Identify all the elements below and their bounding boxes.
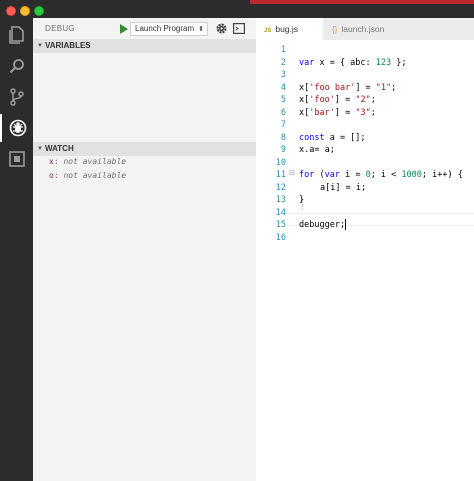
- debug-toolbar: DEBUG Launch Program ⬍: [33, 18, 256, 40]
- line-number: 1: [280, 45, 286, 55]
- select-arrows-icon: ⬍: [198, 26, 204, 33]
- line-number: 13: [275, 195, 286, 205]
- close-window-button[interactable]: [6, 6, 16, 16]
- text-cursor: [345, 219, 347, 230]
- debug-panel: DEBUG Launch Program ⬍ ▼ VARIABLES ▼ WAT…: [33, 18, 256, 481]
- code-line-8: const a = [];: [299, 132, 366, 143]
- minimize-window-button[interactable]: [20, 6, 30, 16]
- search-icon[interactable]: [0, 52, 33, 80]
- editor-tabs: JS bug.js {} launch.json: [256, 18, 474, 40]
- line-number: 14: [275, 207, 286, 218]
- gear-icon[interactable]: [215, 22, 228, 35]
- watch-value: not available: [63, 171, 127, 180]
- code-line-6: x['bar'] = "3";: [299, 107, 376, 118]
- json-file-icon: {}: [332, 25, 338, 34]
- watch-item[interactable]: x: not available: [49, 157, 126, 166]
- launch-config-select[interactable]: Launch Program ⬍: [130, 22, 208, 36]
- line-number: 6: [280, 107, 286, 118]
- debug-title: DEBUG: [45, 24, 75, 33]
- line-number: 4: [280, 82, 286, 93]
- chevron-down-icon: ▼: [37, 146, 43, 152]
- variables-title: VARIABLES: [45, 41, 91, 50]
- code-line-11: for (var i = 0; i < 1000; i++) {: [299, 170, 463, 180]
- editor-area: JS bug.js {} launch.json 1 2 3 4 5 6 7 8 9…: [256, 18, 474, 481]
- tab-bug-js[interactable]: JS bug.js: [256, 18, 323, 40]
- watch-title: WATCH: [45, 144, 74, 153]
- code-line-15: debugger;: [299, 219, 347, 232]
- line-number: 15: [275, 220, 286, 230]
- line-number: 7: [280, 120, 286, 130]
- line-number: 10: [275, 157, 286, 168]
- line-number: 9: [280, 145, 286, 155]
- code-line-2: var x = { abc: 123 };: [299, 57, 407, 68]
- titlebar-accent-strip: [250, 0, 474, 4]
- line-number: 16: [275, 232, 286, 243]
- js-file-icon: JS: [264, 28, 272, 34]
- code-line-9: x.a= a;: [299, 145, 335, 155]
- code-line-5: x['foo'] = "2";: [299, 95, 376, 105]
- watch-item[interactable]: o: not available: [49, 171, 126, 180]
- line-number: 3: [280, 70, 286, 80]
- tab-label: bug.js: [275, 24, 299, 34]
- line-number: 8: [280, 132, 286, 143]
- code-line-4: x['foo bar'] = "1";: [299, 82, 397, 93]
- maximize-window-button[interactable]: [34, 6, 44, 16]
- line-number: 5: [280, 95, 286, 105]
- source-control-icon[interactable]: [0, 83, 33, 111]
- debug-icon[interactable]: [0, 114, 33, 142]
- tab-launch-json[interactable]: {} launch.json: [324, 18, 410, 40]
- tab-label: launch.json: [341, 24, 385, 34]
- activity-bar: [0, 18, 33, 481]
- explorer-icon[interactable]: [0, 21, 33, 49]
- fold-toggle-icon[interactable]: ⊟: [289, 169, 295, 177]
- code-line-13: }: [299, 195, 305, 205]
- variables-section-header[interactable]: ▼ VARIABLES: [33, 39, 256, 53]
- code-line-12: a[i] = i;: [320, 182, 367, 193]
- watch-value: not available: [63, 157, 127, 166]
- chevron-down-icon: ▼: [37, 43, 43, 49]
- line-number: 11: [275, 170, 286, 180]
- code-line-15-text: debugger;: [299, 220, 346, 230]
- line-number: 12: [275, 182, 286, 193]
- debug-console-icon[interactable]: [233, 23, 245, 34]
- launch-config-value: Launch Program: [135, 24, 195, 33]
- line-number: 2: [280, 57, 286, 68]
- watch-section-header[interactable]: ▼ WATCH: [33, 142, 256, 156]
- extensions-icon[interactable]: [0, 145, 33, 173]
- window-titlebar: [0, 0, 474, 18]
- start-debugging-icon[interactable]: [119, 23, 129, 35]
